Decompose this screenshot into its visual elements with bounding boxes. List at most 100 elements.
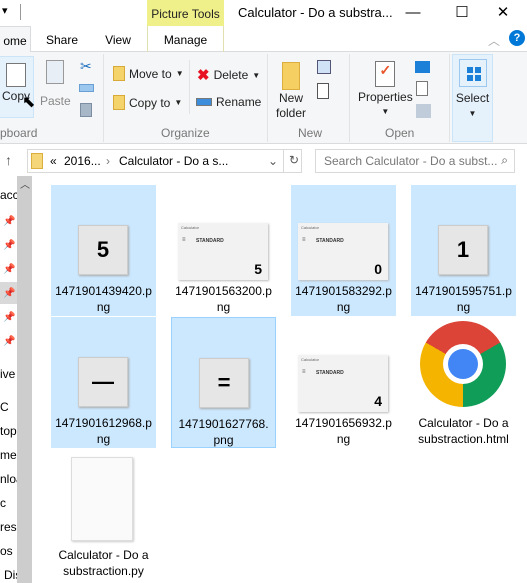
new-item-icon[interactable]	[317, 60, 331, 74]
divider	[449, 54, 450, 142]
menu-icon: ≡	[302, 369, 306, 375]
image-thumbnail: =	[199, 358, 249, 408]
properties-icon: ✓	[375, 61, 396, 87]
file-name: 1471901583292.png	[295, 284, 392, 314]
nav-item[interactable]: me	[0, 448, 17, 462]
breadcrumb-overflow[interactable]: «	[50, 154, 57, 168]
copy-to-button[interactable]: Copy to ▼	[113, 95, 182, 110]
file-name: 1471901563200.png	[175, 284, 272, 314]
tab-label: Share	[45, 33, 79, 47]
paste-shortcut-icon[interactable]	[80, 103, 92, 117]
pin-icon: 📌	[3, 336, 16, 347]
image-thumbnail: Calculator ≡ STANDARD 0	[298, 223, 388, 280]
cut-icon[interactable]: ✂	[80, 58, 92, 75]
tab-share[interactable]: Share	[38, 26, 86, 52]
folder-icon	[31, 153, 43, 169]
rename-button[interactable]: Rename	[196, 95, 261, 109]
file-item[interactable]: 1 1471901595751.png	[411, 185, 516, 316]
nav-item[interactable]: acc	[0, 188, 19, 202]
paste-button[interactable]: Paste	[40, 60, 71, 108]
group-label-new: New	[298, 126, 323, 140]
file-item[interactable]: Calculator - Do a substraction.html	[411, 317, 516, 448]
maximize-button[interactable]: ☐	[442, 2, 482, 24]
select-button[interactable]: Select ▼	[452, 54, 493, 142]
tab-home[interactable]: ome	[0, 26, 31, 53]
dropdown-icon: ▼	[174, 98, 183, 107]
thumbnail-mode: STANDARD	[196, 238, 224, 244]
file-item[interactable]: Calculator ≡ STANDARD 4 1471901656932.png	[291, 317, 396, 448]
file-item[interactable]: Calculator ≡ STANDARD 0 1471901583292.png	[291, 185, 396, 316]
history-icon[interactable]	[416, 104, 431, 118]
thumbnail-value: 0	[374, 261, 382, 277]
thumbnail-title: Calculator	[181, 225, 200, 230]
paste-label: Paste	[40, 94, 71, 108]
group-label-clipboard: pboard	[0, 126, 38, 140]
chevron-down-icon[interactable]: ⌄	[268, 154, 278, 168]
thumbnail-mode: STANDARD	[316, 370, 344, 376]
chrome-icon	[420, 321, 506, 407]
chevron-right-icon: ›	[106, 154, 110, 168]
collapse-ribbon-icon[interactable]: ︿	[488, 32, 500, 49]
divider	[189, 60, 190, 114]
file-name: 1471901627768.png	[178, 417, 269, 447]
search-icon: ⌕	[501, 153, 508, 167]
nav-scrollbar[interactable]: ︿	[17, 176, 32, 583]
tab-view[interactable]: View	[96, 26, 140, 52]
thumbnail-mode: STANDARD	[316, 238, 344, 244]
search-input[interactable]: Search Calculator - Do a subst... ⌕	[315, 149, 515, 173]
file-item[interactable]: = 1471901627768.png	[171, 317, 276, 448]
divider	[20, 4, 21, 20]
file-name: 1471901439420.png	[55, 284, 152, 314]
thumbnail-value: 1	[456, 237, 470, 262]
ribbon: Copy ⬉ Paste ✂ pboard Move to ▼ Copy to ▼ …	[0, 52, 527, 144]
properties-button[interactable]: ✓ Properties ▼	[358, 61, 413, 116]
move-to-label: Move to	[129, 66, 172, 81]
easy-access-icon[interactable]	[317, 83, 329, 99]
minimize-button[interactable]: —	[393, 2, 433, 24]
help-icon[interactable]: ?	[509, 30, 525, 46]
open-icon[interactable]	[415, 61, 430, 73]
file-name: 1471901656932.png	[295, 416, 392, 446]
menu-icon: ≡	[302, 237, 306, 243]
new-folder-label-2: folder	[276, 106, 307, 120]
file-item[interactable]: — 1471901612968.png	[51, 317, 156, 448]
select-label: Select	[455, 91, 490, 105]
file-item[interactable]: 5 1471901439420.png	[51, 185, 156, 316]
new-folder-button[interactable]: New folder	[276, 62, 306, 120]
move-to-button[interactable]: Move to ▼	[113, 66, 184, 81]
nav-item[interactable]: c	[0, 496, 6, 510]
window-title: Calculator - Do a substra...	[238, 5, 393, 20]
divider	[283, 150, 284, 172]
file-name: 1471901595751.png	[415, 284, 512, 314]
pin-icon: 📌	[3, 312, 16, 323]
select-icon	[458, 59, 487, 87]
breadcrumb-item[interactable]: 2016...	[64, 154, 101, 168]
nav-item[interactable]: os	[0, 544, 13, 558]
breadcrumb-item[interactable]: Calculator - Do a s...	[119, 154, 228, 168]
copy-path-icon[interactable]	[79, 84, 94, 92]
quick-access-dropdown-icon[interactable]: ▾	[2, 4, 8, 17]
delete-button[interactable]: ✖ Delete ▼	[197, 66, 260, 84]
image-thumbnail: 1	[438, 225, 488, 275]
nav-item[interactable]: ive	[0, 367, 15, 381]
tab-manage[interactable]: Manage	[147, 26, 224, 52]
file-name: 1471901612968.png	[55, 416, 152, 446]
up-arrow-icon[interactable]: ↑	[5, 152, 12, 168]
move-to-icon	[113, 66, 125, 81]
nav-item[interactable]: res	[0, 520, 17, 534]
delete-label: Delete	[213, 68, 249, 82]
close-button[interactable]: ✕	[483, 2, 523, 24]
file-item[interactable]: Calculator - Do a substraction.py	[51, 449, 156, 580]
scroll-up-icon[interactable]: ︿	[20, 176, 30, 191]
nav-item[interactable]: C	[0, 400, 9, 414]
refresh-icon[interactable]: ↻	[289, 153, 299, 167]
picture-tools-context-label: Picture Tools	[147, 0, 224, 28]
file-item[interactable]: Calculator ≡ STANDARD 5 1471901563200.png	[171, 185, 276, 316]
tab-label: ome	[3, 34, 27, 48]
nav-item[interactable]: top	[0, 424, 17, 438]
pin-icon: 📌	[3, 288, 16, 299]
edit-icon[interactable]	[416, 81, 428, 96]
pin-icon: 📌	[3, 240, 16, 251]
address-bar[interactable]: « 2016... › Calculator - Do a s... ⌄ ↻	[27, 149, 302, 173]
rename-icon	[196, 98, 212, 106]
